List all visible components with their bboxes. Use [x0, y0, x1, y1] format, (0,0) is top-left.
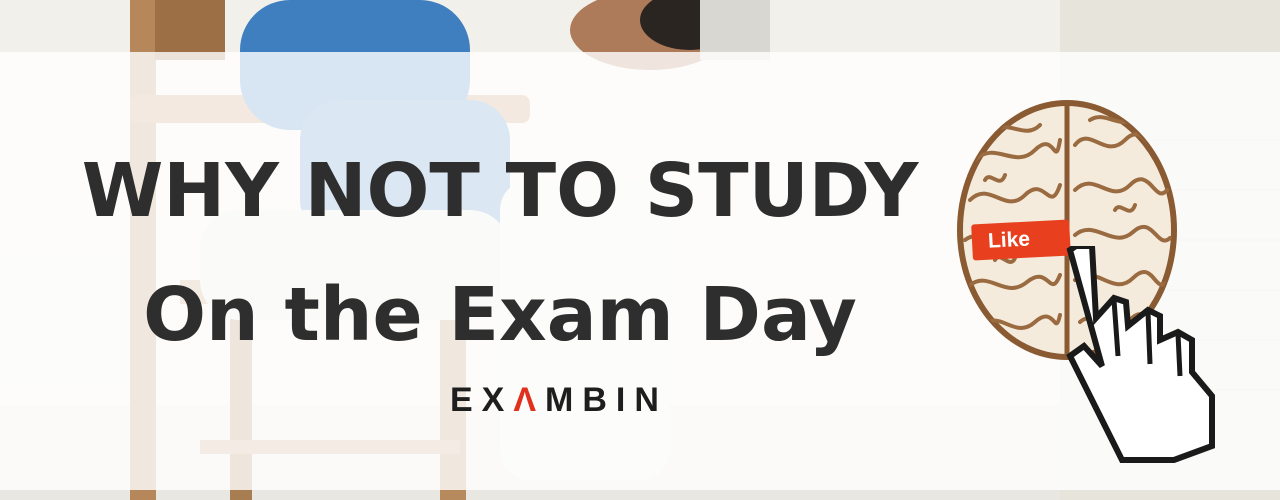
- headline-line-1: WHY NOT TO STUDY: [81, 148, 919, 234]
- logo-text-prefix: EX: [450, 380, 514, 419]
- hero-banner: WHY NOT TO STUDY On the Exam Day EX Λ MBIN: [0, 0, 1280, 500]
- like-tag: Like: [971, 219, 1071, 261]
- logo-accent-letter: Λ: [513, 380, 546, 419]
- logo-text-suffix: MBIN: [545, 380, 668, 419]
- headline-line-2: On the Exam Day: [143, 272, 857, 358]
- pointer-hand-cursor-icon: [1066, 246, 1215, 463]
- exambin-logo[interactable]: EX Λ MBIN: [450, 378, 675, 422]
